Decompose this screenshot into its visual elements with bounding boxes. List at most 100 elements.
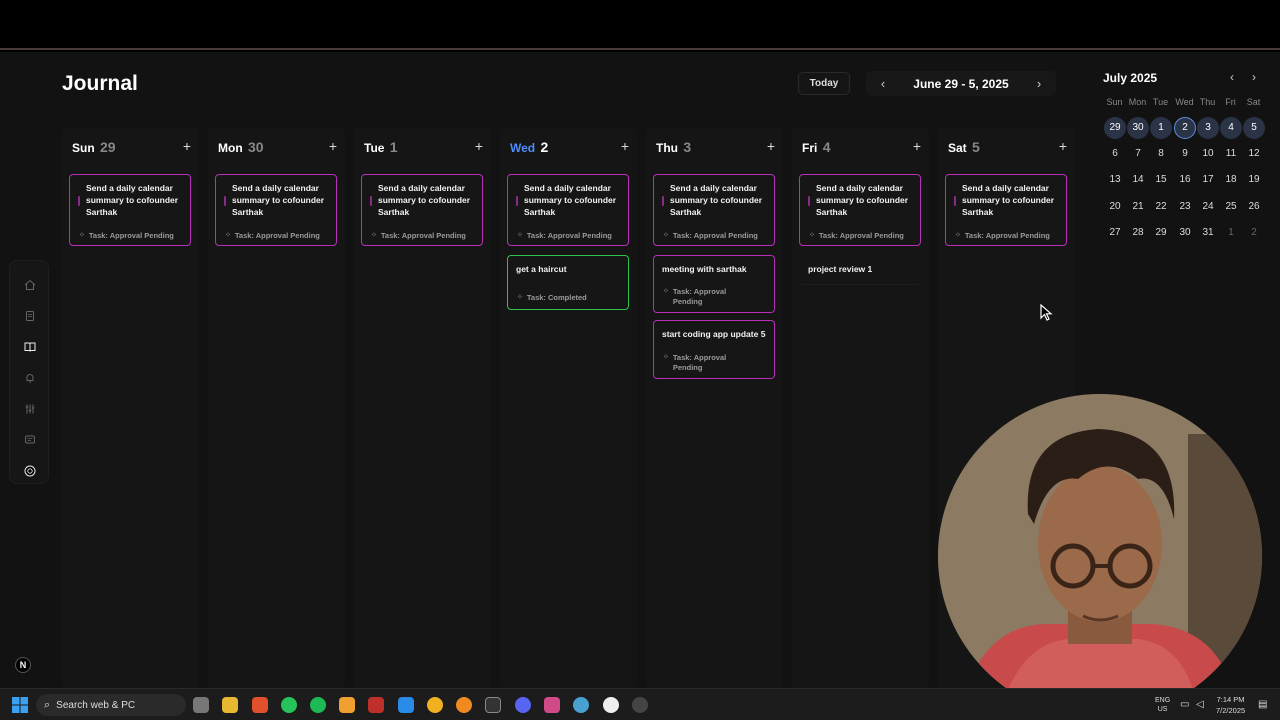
sublime-text-icon[interactable] [339,697,355,713]
clock[interactable]: 7:14 PM 7/2/2025 [1216,694,1245,716]
app-white-icon[interactable] [603,697,619,713]
task-view-icon[interactable] [193,697,209,713]
add-task-button[interactable]: + [767,138,775,154]
task-card[interactable]: Send a daily calendar summary to cofound… [215,174,337,246]
calendar-day[interactable]: 17 [1197,169,1219,191]
brave-browser-icon[interactable] [252,697,268,713]
taskbar-search[interactable]: ⌕ Search web & PC [36,694,186,716]
calendar-day[interactable]: 7 [1127,143,1149,165]
calendar-day[interactable]: 12 [1243,143,1265,165]
chevron-right-icon[interactable]: › [1252,70,1256,84]
day-column-tue: Tue 1 + Send a daily calendar summary to… [354,128,491,688]
task-card[interactable]: Send a daily calendar summary to cofound… [507,174,629,246]
volume-icon[interactable]: ◁ [1196,699,1208,711]
task-card[interactable]: Send a daily calendar summary to cofound… [69,174,191,246]
calendar-day[interactable]: 3 [1197,117,1219,139]
calendar-day[interactable]: 29 [1104,117,1126,139]
day-column-mon: Mon 30 + Send a daily calendar summary t… [208,128,345,688]
calendar-day[interactable]: 30 [1174,222,1196,244]
sparkle-icon: ⁘ [663,232,669,239]
calendar-day[interactable]: 15 [1150,169,1172,191]
calendar-day[interactable]: 29 [1150,222,1172,244]
task-card[interactable]: start coding app update 5 ⁘ Task: Approva… [653,320,775,379]
calendar-day[interactable]: 23 [1174,196,1196,218]
calendar-day[interactable]: 13 [1104,169,1126,191]
calendar-day[interactable]: 25 [1220,196,1242,218]
chat-icon[interactable] [22,432,38,448]
calendar-day[interactable]: 1 [1150,117,1172,139]
task-title: start coding app update 5 [662,329,766,339]
calendar-day[interactable]: 6 [1104,143,1126,165]
chevron-left-icon[interactable]: ‹ [1230,70,1234,84]
task-card[interactable]: project review 1 [799,255,921,285]
week-range-label: June 29 - 5, 2025 [913,76,1009,91]
notification-icon[interactable]: ▤ [1258,699,1270,711]
vscode-icon[interactable] [398,697,414,713]
calendar-day[interactable]: 16 [1174,169,1196,191]
calendar-day[interactable]: 11 [1220,143,1242,165]
webcam-overlay [938,394,1262,718]
calendar-day[interactable]: 22 [1150,196,1172,218]
chrome-icon[interactable] [573,697,589,713]
add-task-button[interactable]: + [475,138,483,154]
network-icon[interactable]: ▭ [1180,699,1192,711]
sliders-icon[interactable] [22,401,38,417]
book-icon[interactable] [22,339,38,355]
windows-start-icon[interactable] [12,697,28,713]
terminal-icon[interactable] [485,697,501,713]
home-icon[interactable] [22,277,38,293]
calendar-day[interactable]: 24 [1197,196,1219,218]
calendar-day[interactable]: 8 [1150,143,1172,165]
task-card[interactable]: Send a daily calendar summary to cofound… [653,174,775,246]
github-icon[interactable] [632,697,648,713]
task-title: Send a daily calendar summary to cofound… [86,183,179,217]
nextjs-badge-icon[interactable]: N [15,657,31,673]
blender-icon[interactable] [456,697,472,713]
spotify-icon[interactable] [310,697,326,713]
add-task-button[interactable]: + [913,138,921,154]
task-card[interactable]: Send a daily calendar summary to cofound… [945,174,1067,246]
calendar-day[interactable]: 4 [1220,117,1242,139]
calendar-day[interactable]: 26 [1243,196,1265,218]
calendar-day[interactable]: 18 [1220,169,1242,191]
search-tool-icon[interactable] [427,697,443,713]
weekday-label: Wed [1175,97,1194,107]
calendar-day[interactable]: 14 [1127,169,1149,191]
today-button[interactable]: Today [798,72,850,95]
add-task-button[interactable]: + [1059,138,1067,154]
discord-icon[interactable] [515,697,531,713]
profile-icon[interactable] [22,463,38,479]
calendar-day[interactable]: 10 [1197,143,1219,165]
task-card[interactable]: Send a daily calendar summary to cofound… [799,174,921,246]
calendar-day[interactable]: 21 [1127,196,1149,218]
calendar-day[interactable]: 31 [1197,222,1219,244]
chevron-left-icon[interactable]: ‹ [876,76,890,91]
sparkle-icon: ⁘ [517,294,523,301]
whatsapp-icon[interactable] [281,697,297,713]
calendar-day[interactable]: 28 [1127,222,1149,244]
app-red-icon[interactable] [368,697,384,713]
add-task-button[interactable]: + [183,138,191,154]
calendar-day-next-month[interactable]: 2 [1243,222,1265,244]
task-status: ⁘ Task: Approval Pending [663,287,727,306]
file-explorer-icon[interactable] [222,697,238,713]
task-card[interactable]: Send a daily calendar summary to cofound… [361,174,483,246]
add-task-button[interactable]: + [621,138,629,154]
bell-icon[interactable] [22,370,38,386]
task-card[interactable]: meeting with sarthak ⁘ Task: Approval Pen… [653,255,775,313]
calendar-day[interactable]: 19 [1243,169,1265,191]
calendar-day-today[interactable]: 2 [1174,117,1196,139]
add-task-button[interactable]: + [329,138,337,154]
calendar-day[interactable]: 9 [1174,143,1196,165]
day-column-fri: Fri 4 + Send a daily calendar summary to… [792,128,929,688]
document-icon[interactable] [22,308,38,324]
calendar-day[interactable]: 27 [1104,222,1126,244]
brave-active-icon[interactable] [544,697,560,713]
calendar-day-next-month[interactable]: 1 [1220,222,1242,244]
calendar-day[interactable]: 5 [1243,117,1265,139]
calendar-day[interactable]: 30 [1127,117,1149,139]
task-card[interactable]: get a haircut ⁘ Task: Completed [507,255,629,310]
chevron-right-icon[interactable]: › [1032,76,1046,91]
calendar-day[interactable]: 20 [1104,196,1126,218]
language-indicator[interactable]: ENG US [1155,696,1170,714]
